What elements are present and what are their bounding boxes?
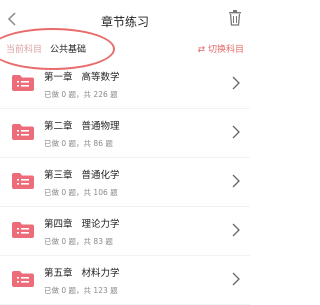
chevron-right-icon bbox=[232, 125, 240, 139]
chapter-title: 第五章 材料力学 bbox=[44, 268, 120, 279]
chevron-right-icon bbox=[232, 272, 240, 286]
folder-icon bbox=[12, 173, 34, 189]
chapter-progress: 已做 0 题，共 83 题 bbox=[44, 237, 113, 246]
chevron-right-icon bbox=[232, 174, 240, 188]
chapter-progress: 已做 0 题，共 123 题 bbox=[44, 286, 118, 295]
chapter-item[interactable]: 第五章 材料力学 已做 0 题，共 123 题 bbox=[0, 256, 250, 305]
switch-subject-button[interactable]: ⇄ 切换科目 bbox=[198, 42, 244, 55]
chevron-right-icon bbox=[232, 76, 240, 90]
chevron-right-icon bbox=[232, 223, 240, 237]
chapter-item[interactable]: 第二章 普通物理 已做 0 题，共 86 题 bbox=[0, 109, 250, 158]
chapter-item[interactable]: 第三章 普通化学 已做 0 题，共 106 题 bbox=[0, 158, 250, 207]
chapter-title: 第四章 理论力学 bbox=[44, 219, 120, 230]
chapter-title: 第二章 普通物理 bbox=[44, 121, 120, 132]
chapter-title: 第三章 普通化学 bbox=[44, 170, 120, 181]
folder-icon bbox=[12, 75, 34, 91]
chapter-progress: 已做 0 题，共 106 题 bbox=[44, 188, 118, 197]
chapter-progress: 已做 0 题，共 226 题 bbox=[44, 90, 118, 99]
folder-icon bbox=[12, 222, 34, 238]
page-title: 章节练习 bbox=[100, 15, 149, 29]
chapter-title: 第一章 高等数学 bbox=[44, 72, 120, 83]
chapter-item[interactable]: 第四章 理论力学 已做 0 题，共 83 题 bbox=[0, 207, 250, 256]
chapter-item[interactable]: 第一章 高等数学 已做 0 题，共 226 题 bbox=[0, 60, 250, 109]
folder-icon bbox=[12, 124, 34, 140]
chapter-progress: 已做 0 题，共 86 题 bbox=[44, 139, 113, 148]
trash-icon[interactable] bbox=[228, 10, 242, 26]
chapter-list: 第一章 高等数学 已做 0 题，共 226 题 第二章 普通物理 已做 0 题，… bbox=[0, 60, 250, 305]
folder-icon bbox=[12, 271, 34, 287]
